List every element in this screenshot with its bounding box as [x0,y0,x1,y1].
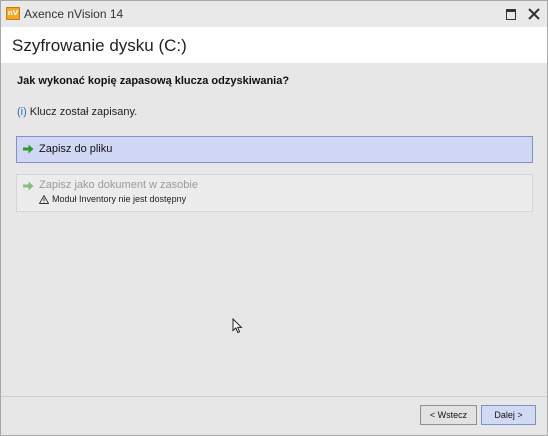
footer-divider [1,396,547,397]
back-button[interactable]: < Wstecz [420,405,477,425]
next-button[interactable]: Dalej > [481,405,536,425]
window-title: Axence nVision 14 [24,7,124,21]
page-title: Szyfrowanie dysku (C:) [12,36,187,55]
maximize-button[interactable] [500,4,522,24]
option-label: Zapisz jako dokument w zasobie [39,179,198,191]
maximize-icon [506,9,516,20]
option-save-to-file[interactable]: Zapisz do pliku [16,136,533,163]
option-warning: Moduł Inventory nie jest dostępny [39,194,186,204]
title-bar[interactable]: nV Axence nVision 14 [1,1,547,27]
wizard-header: Szyfrowanie dysku (C:) [1,27,547,63]
close-icon [528,8,540,20]
close-button[interactable] [523,4,545,24]
green-arrow-icon [23,144,34,154]
mouse-cursor-icon [232,318,243,334]
info-icon: (i) [17,106,27,118]
warning-text: Moduł Inventory nie jest dostępny [52,194,187,204]
green-arrow-icon [23,181,34,191]
info-message: (i) Klucz został zapisany. [17,106,137,118]
option-save-as-document: Zapisz jako dokument w zasobie Moduł Inv… [16,174,533,212]
question-heading: Jak wykonać kopię zapasową klucza odzysk… [17,75,290,87]
option-label: Zapisz do pliku [39,143,113,155]
info-text: Klucz został zapisany. [29,106,138,118]
dialog-window: nV Axence nVision 14 Szyfrowanie dysku (… [0,0,548,436]
app-logo-icon: nV [6,7,20,20]
warning-icon [39,195,49,204]
